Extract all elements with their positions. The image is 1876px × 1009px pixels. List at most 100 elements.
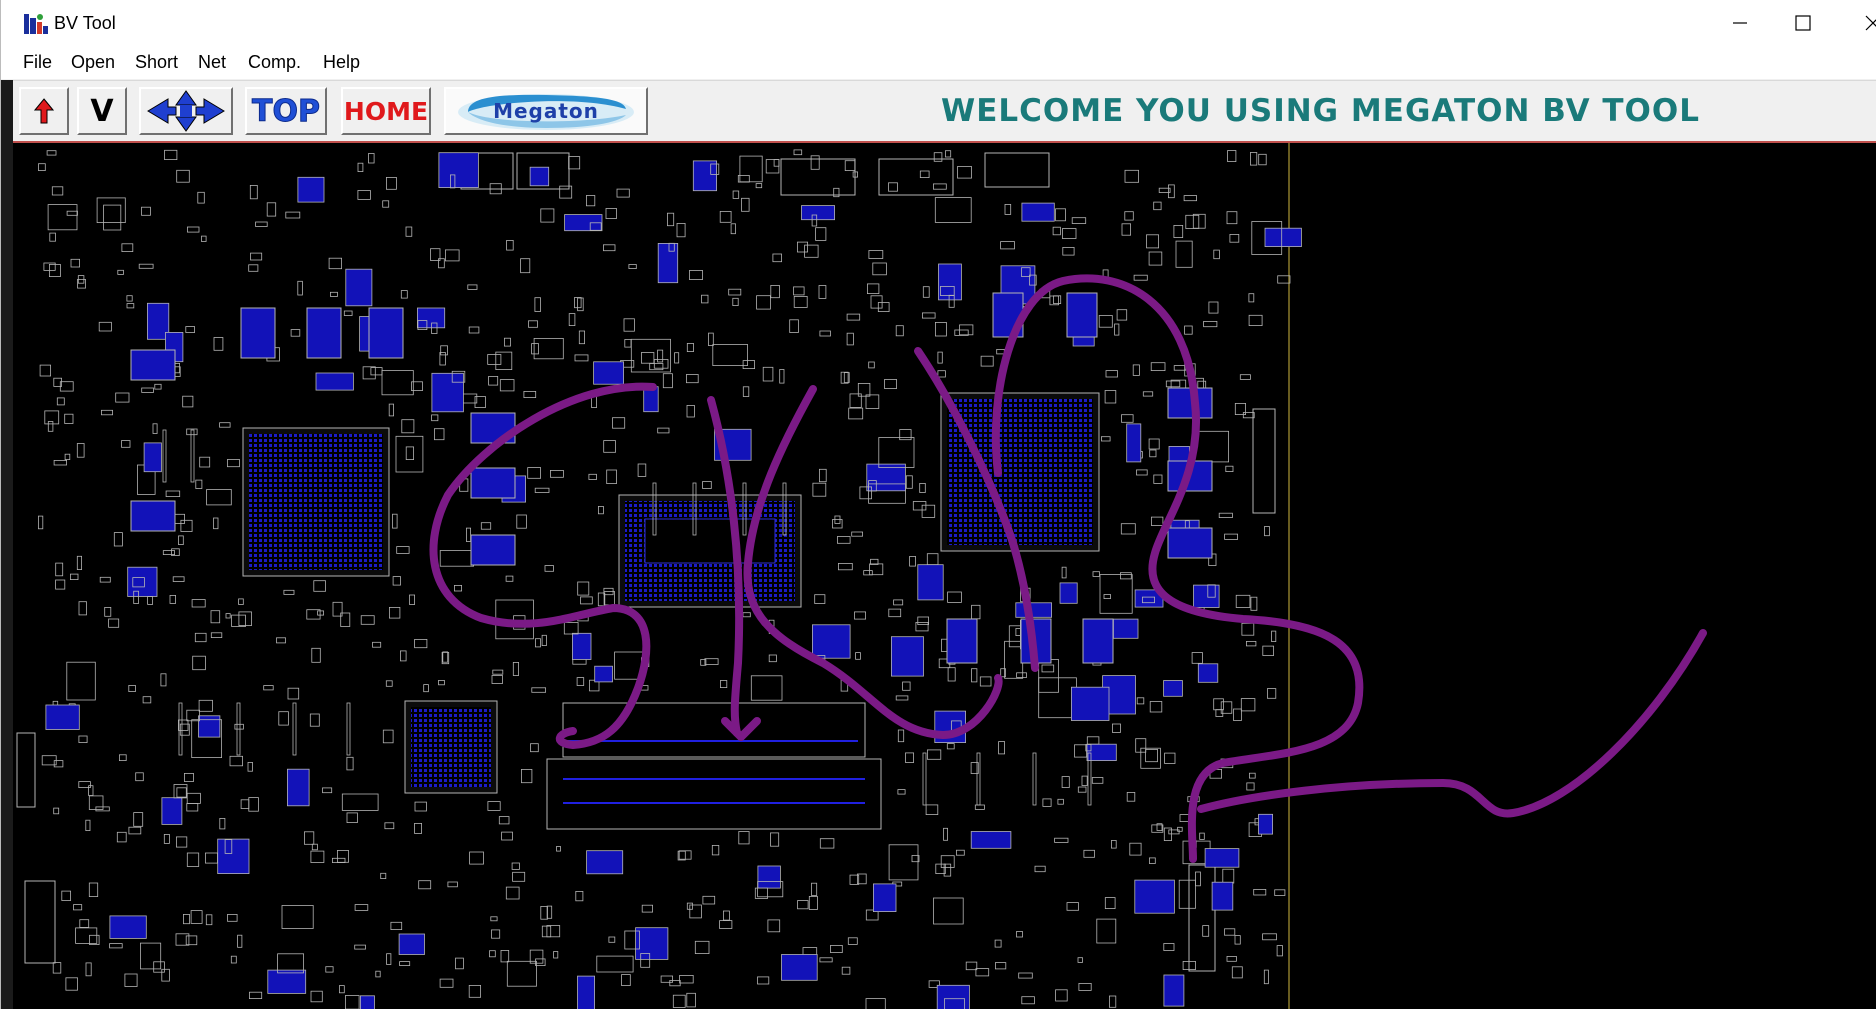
memory-chip[interactable]: [130, 349, 176, 381]
component-footprint[interactable]: [1168, 184, 1175, 199]
component-footprint[interactable]: [1042, 798, 1052, 807]
component-footprint[interactable]: [630, 338, 671, 373]
component-footprint[interactable]: [386, 953, 392, 965]
component-footprint[interactable]: [85, 962, 92, 977]
component-footprint[interactable]: [971, 668, 978, 683]
component-footprint[interactable]: [917, 616, 929, 625]
component-footprint[interactable]: [192, 655, 206, 671]
component-footprint[interactable]: [1096, 918, 1117, 944]
component-footprint[interactable]: [362, 366, 376, 380]
component-footprint[interactable]: [628, 264, 637, 269]
component-footprint[interactable]: [572, 632, 592, 660]
component-footprint[interactable]: [855, 652, 861, 660]
component-footprint[interactable]: [1015, 602, 1052, 618]
component-footprint[interactable]: [686, 404, 695, 418]
component-footprint[interactable]: [1004, 204, 1012, 215]
component-footprint[interactable]: [741, 197, 750, 212]
component-footprint[interactable]: [848, 407, 864, 420]
component-footprint[interactable]: [53, 459, 67, 466]
component-footprint[interactable]: [596, 955, 634, 973]
component-footprint[interactable]: [1000, 241, 1015, 250]
home-button[interactable]: HOME: [341, 87, 431, 135]
component-footprint[interactable]: [431, 414, 439, 422]
component-footprint[interactable]: [866, 463, 906, 492]
component-footprint[interactable]: [234, 723, 244, 730]
component-footprint[interactable]: [975, 968, 990, 977]
component-footprint[interactable]: [810, 155, 820, 170]
component-footprint[interactable]: [1226, 956, 1237, 962]
component-footprint[interactable]: [971, 604, 981, 620]
component-footprint[interactable]: [309, 713, 320, 727]
menu-open[interactable]: Open: [71, 52, 115, 73]
up-button[interactable]: [19, 87, 69, 135]
component-footprint[interactable]: [877, 302, 890, 313]
component-footprint[interactable]: [1240, 698, 1256, 712]
component-footprint[interactable]: [965, 961, 978, 971]
component-footprint[interactable]: [919, 482, 926, 493]
component-footprint[interactable]: [779, 369, 785, 384]
component-footprint[interactable]: [392, 513, 398, 529]
menu-net[interactable]: Net: [198, 52, 226, 73]
component-footprint[interactable]: [213, 517, 219, 530]
component-footprint[interactable]: [98, 321, 112, 332]
component-footprint[interactable]: [161, 797, 183, 825]
component-footprint[interactable]: [198, 699, 213, 712]
menu-file[interactable]: File: [23, 52, 52, 73]
component-footprint[interactable]: [1222, 868, 1235, 884]
component-footprint[interactable]: [341, 793, 379, 811]
component-footprint[interactable]: [612, 417, 626, 429]
component-footprint[interactable]: [1126, 792, 1136, 802]
component-footprint[interactable]: [1066, 902, 1079, 911]
component-footprint[interactable]: [520, 258, 531, 274]
component-footprint[interactable]: [1246, 640, 1257, 647]
component-footprint[interactable]: [1250, 152, 1258, 166]
component-footprint[interactable]: [140, 942, 162, 970]
component-footprint[interactable]: [660, 975, 673, 983]
component-footprint[interactable]: [499, 379, 515, 392]
component-footprint[interactable]: [368, 153, 375, 164]
component-footprint[interactable]: [1021, 996, 1035, 1005]
component-footprint[interactable]: [657, 427, 670, 434]
component-footprint[interactable]: [1185, 214, 1200, 229]
memory-chip[interactable]: [240, 307, 276, 359]
memory-chip[interactable]: [946, 618, 978, 664]
navigate-button[interactable]: [139, 87, 233, 135]
component-footprint[interactable]: [940, 855, 955, 868]
component-footprint[interactable]: [819, 957, 833, 963]
component-footprint[interactable]: [531, 343, 539, 355]
component-footprint[interactable]: [742, 360, 755, 370]
component-footprint[interactable]: [730, 223, 736, 235]
component-footprint[interactable]: [1071, 217, 1087, 224]
component-footprint[interactable]: [1055, 989, 1068, 1002]
component-footprint[interactable]: [1204, 848, 1240, 868]
component-footprint[interactable]: [1034, 865, 1046, 873]
component-footprint[interactable]: [757, 865, 781, 889]
component-footprint[interactable]: [152, 423, 158, 434]
component-footprint[interactable]: [185, 935, 198, 946]
component-footprint[interactable]: [175, 836, 188, 848]
component-footprint[interactable]: [676, 223, 686, 238]
component-footprint[interactable]: [401, 419, 415, 434]
component-footprint[interactable]: [297, 280, 303, 296]
component-footprint[interactable]: [381, 370, 414, 396]
component-footprint[interactable]: [888, 182, 898, 192]
component-footprint[interactable]: [772, 253, 783, 263]
component-footprint[interactable]: [818, 285, 827, 299]
component-footprint[interactable]: [55, 562, 64, 577]
component-footprint[interactable]: [109, 915, 147, 939]
component-footprint[interactable]: [544, 565, 554, 572]
component-footprint[interactable]: [872, 262, 887, 276]
component-footprint[interactable]: [575, 891, 584, 902]
component-footprint[interactable]: [556, 846, 561, 852]
component-footprint[interactable]: [311, 843, 318, 851]
component-footprint[interactable]: [1262, 933, 1277, 941]
component-footprint[interactable]: [405, 446, 415, 460]
component-footprint[interactable]: [1183, 195, 1197, 202]
component-footprint[interactable]: [540, 208, 555, 223]
component-footprint[interactable]: [865, 998, 886, 1009]
component-footprint[interactable]: [357, 162, 364, 173]
component-footprint[interactable]: [1104, 390, 1117, 404]
component-footprint[interactable]: [649, 363, 664, 371]
component-footprint[interactable]: [1213, 249, 1220, 260]
component-footprint[interactable]: [467, 284, 478, 290]
